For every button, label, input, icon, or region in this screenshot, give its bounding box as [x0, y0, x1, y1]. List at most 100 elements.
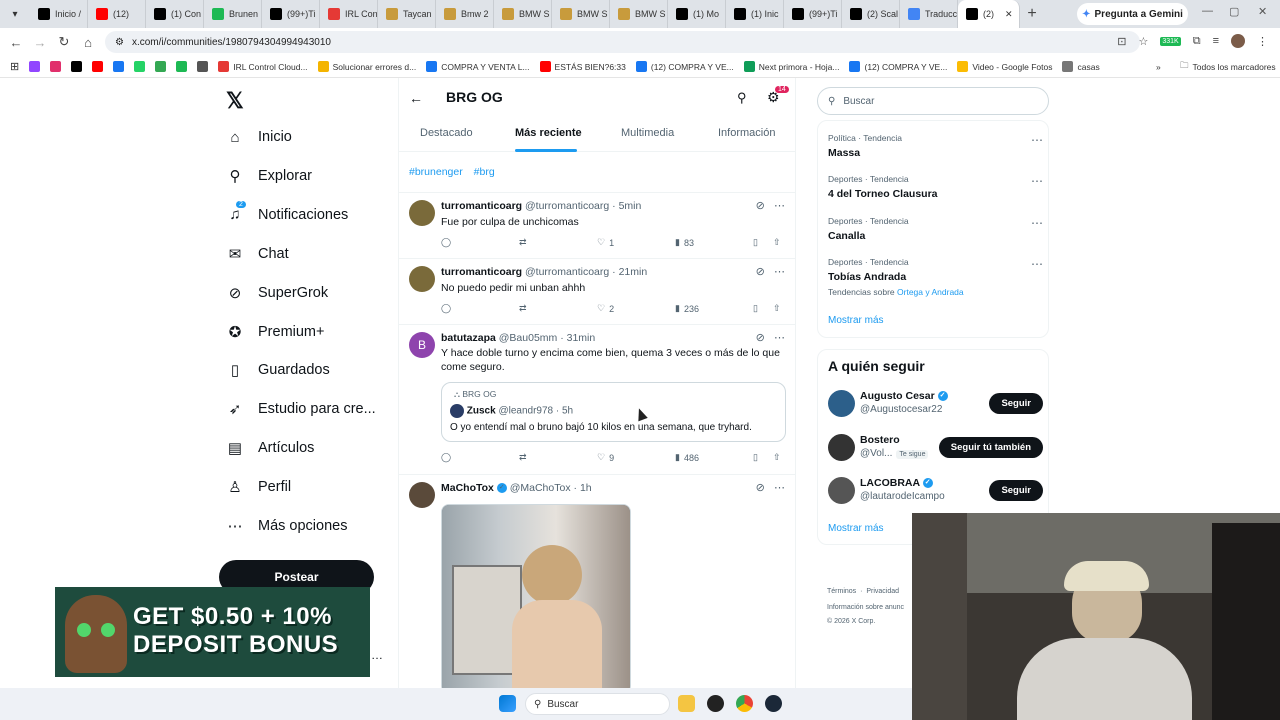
sidebar-item-artículos[interactable]: ▤ Artículos — [226, 439, 315, 457]
views-button[interactable]: ▮ 236 — [675, 303, 699, 314]
author-name[interactable]: turromanticoarg — [441, 266, 522, 278]
bookmark-icon[interactable]: ▯ — [753, 237, 758, 248]
ask-gemini-button[interactable]: ✦ Pregunta a Gemini — [1077, 3, 1188, 25]
like-button[interactable]: ♡ 9 — [597, 452, 614, 463]
more-icon[interactable]: ⋯ — [774, 332, 785, 344]
avatar[interactable] — [409, 482, 435, 508]
community-search-icon[interactable]: ⚲ — [737, 90, 747, 106]
browser-tab[interactable]: Brunen — [204, 0, 262, 28]
tweet[interactable]: turromanticoarg @turromanticoarg · 21min… — [399, 258, 795, 324]
author-name[interactable]: batutazapa — [441, 332, 496, 344]
tweet[interactable]: turromanticoarg @turromanticoarg · 5min … — [399, 192, 795, 258]
author-handle[interactable]: @Bau05mm — [499, 332, 558, 344]
show-more-trends-link[interactable]: Mostrar más — [828, 315, 884, 326]
share-icon[interactable]: ⇧ — [773, 303, 781, 314]
grok-icon[interactable]: ⊘ — [756, 332, 765, 344]
grok-icon[interactable]: ⊘ — [756, 482, 765, 494]
apps-icon[interactable]: ⊞ — [10, 60, 19, 73]
more-bookmarks-icon[interactable]: » — [1156, 62, 1161, 72]
browser-tab[interactable]: (1) Con — [146, 0, 204, 28]
media-icon[interactable]: ≡ — [1213, 35, 1219, 47]
trend-item[interactable]: Política · Tendencia Massa ⋯ — [828, 133, 1043, 159]
close-window-icon[interactable]: ✕ — [1258, 5, 1267, 18]
bookmark-item[interactable] — [92, 61, 104, 72]
maximize-icon[interactable]: ▢ — [1229, 5, 1239, 18]
extensions-icon[interactable]: ⧉ — [1193, 35, 1201, 48]
reply-icon[interactable]: ◯ — [441, 303, 451, 314]
profile-avatar[interactable] — [1231, 34, 1245, 48]
privacy-link[interactable]: Privacidad — [866, 588, 899, 595]
x-logo[interactable]: 𝕏 — [226, 88, 244, 114]
bookmark-item[interactable] — [71, 61, 83, 72]
avatar[interactable] — [828, 477, 855, 504]
more-icon[interactable]: ⋯ — [1031, 133, 1043, 147]
author-name[interactable]: turromanticoarg — [441, 200, 522, 212]
tweet-time[interactable]: 5min — [619, 200, 642, 212]
steam-icon[interactable] — [765, 695, 782, 712]
chrome-icon[interactable] — [736, 695, 753, 712]
browser-tab[interactable]: Bmw 2 — [436, 0, 494, 28]
terms-link[interactable]: Términos — [827, 588, 856, 595]
hashtag-link[interactable]: #brg — [474, 166, 495, 178]
share-icon[interactable]: ⇧ — [773, 452, 781, 463]
author-handle[interactable]: @turromanticoarg — [525, 200, 609, 212]
sidebar-item-premium[interactable]: ✪ Premium+ — [226, 323, 325, 341]
bookmark-item[interactable] — [29, 61, 41, 72]
extension-badge[interactable]: 331K — [1160, 36, 1181, 46]
sidebar-item-inicio[interactable]: ⌂ Inicio — [226, 128, 291, 146]
bookmark-item[interactable] — [155, 61, 167, 72]
retweet-icon[interactable]: ⇄ — [519, 452, 527, 463]
browser-tab[interactable]: (2) ✕ — [958, 0, 1020, 28]
browser-tab[interactable]: (99+)Ti — [262, 0, 320, 28]
quoted-tweet[interactable]: ⛬ BRG OG Zusck @leandr978 · 5h O yo ente… — [441, 382, 786, 442]
back-icon[interactable]: ← — [4, 35, 28, 50]
author-handle[interactable]: @turromanticoarg — [525, 266, 609, 278]
sidebar-item-chat[interactable]: ✉ Chat — [226, 245, 289, 263]
browser-tab[interactable]: BMW S — [552, 0, 610, 28]
reload-icon[interactable]: ↻ — [52, 34, 76, 50]
forward-icon[interactable]: → — [28, 35, 52, 50]
minimize-icon[interactable]: — — [1202, 5, 1213, 17]
browser-tab[interactable]: (2) Scal — [842, 0, 900, 28]
casino-ad-banner[interactable]: GET $0.50 + 10% DEPOSIT BONUS — [55, 587, 370, 677]
bookmark-item[interactable]: (12) COMPRA Y VE... — [635, 61, 734, 72]
tweet-media-video[interactable] — [441, 504, 631, 690]
avatar[interactable] — [409, 200, 435, 226]
browser-tab[interactable]: (1) Inic — [726, 0, 784, 28]
avatar[interactable] — [828, 434, 855, 461]
menu-icon[interactable]: ⋮ — [1257, 35, 1268, 48]
avatar[interactable] — [828, 390, 855, 417]
follow-suggestion[interactable]: Augusto Cesar ✓ @Augustocesar22 Seguir — [828, 390, 1043, 420]
tweet-time[interactable]: 21min — [619, 266, 648, 278]
tweet-time[interactable]: 31min — [567, 332, 596, 344]
taskbar-search[interactable]: ⚲ Buscar — [525, 693, 670, 715]
bookmark-item[interactable]: casas — [1062, 61, 1100, 72]
more-icon[interactable]: ⋯ — [774, 482, 785, 494]
home-browser-icon[interactable]: ⌂ — [76, 35, 100, 50]
tab-search-icon[interactable]: ▾ — [4, 3, 26, 25]
author-name[interactable]: MaChoTox — [441, 482, 494, 494]
bookmark-item[interactable]: ESTÁS BIEN?6:33 — [539, 61, 626, 72]
like-button[interactable]: ♡ 1 — [597, 237, 614, 248]
bookmark-item[interactable]: Next primora - Hoja... — [743, 61, 839, 72]
star-icon[interactable]: ☆ — [1138, 35, 1148, 48]
grok-icon[interactable]: ⊘ — [756, 200, 765, 212]
search-input[interactable]: ⚲ Buscar — [817, 87, 1049, 115]
close-tab-icon[interactable]: ✕ — [1005, 9, 1013, 20]
sidebar-item-notificaciones[interactable]: ♫ 2 Notificaciones — [226, 200, 348, 224]
browser-tab[interactable]: BMW S — [494, 0, 552, 28]
bookmark-item[interactable]: Video - Google Fotos — [957, 61, 1052, 72]
bookmark-icon[interactable]: ▯ — [753, 303, 758, 314]
author-handle[interactable]: @MaChoTox — [510, 482, 571, 494]
ads-info-link[interactable]: Información sobre anunc — [827, 604, 904, 611]
tab-mas-reciente[interactable]: Más reciente — [515, 127, 582, 139]
follow-back-button[interactable]: Seguir tú también — [938, 437, 1043, 458]
tab-multimedia[interactable]: Multimedia — [621, 127, 674, 139]
tweet-time[interactable]: 1h — [580, 482, 592, 494]
tweet[interactable]: MaChoTox ✓ @MaChoTox · 1h ⊘ ⋯ — [399, 474, 795, 690]
bookmark-item[interactable] — [113, 61, 125, 72]
show-more-follow-link[interactable]: Mostrar más — [828, 523, 884, 534]
sidebar-item-supergrok[interactable]: ⊘ SuperGrok — [226, 284, 328, 302]
more-icon[interactable]: ⋯ — [1031, 174, 1043, 188]
file-explorer-icon[interactable] — [678, 695, 695, 712]
